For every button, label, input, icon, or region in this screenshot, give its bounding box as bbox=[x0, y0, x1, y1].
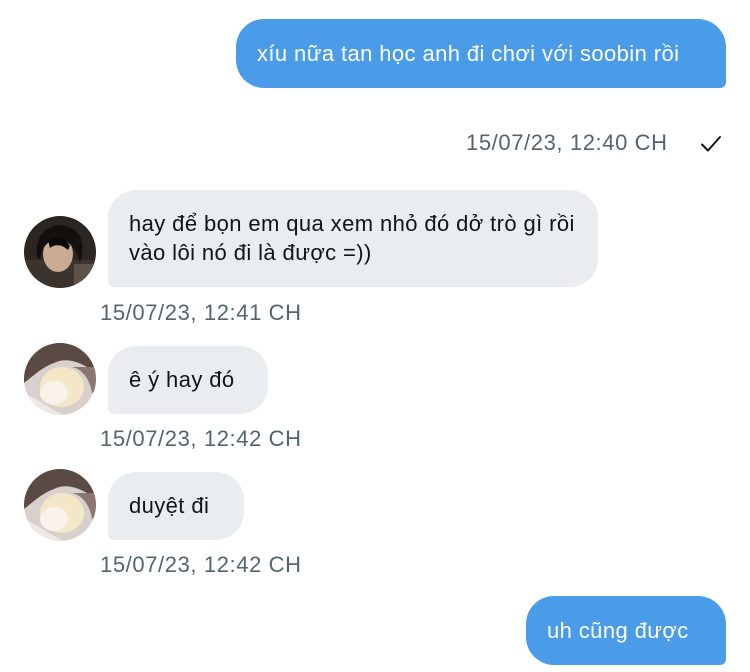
message-timestamp: 15/07/23, 12:40 CH bbox=[466, 130, 668, 155]
sent-message-bubble[interactable]: xíu nữa tan học anh đi chơi với soobin r… bbox=[236, 19, 726, 88]
checkmark-icon bbox=[701, 136, 721, 152]
message-text: xíu nữa tan học anh đi chơi với soobin r… bbox=[257, 41, 680, 66]
message-text: uh cũng được bbox=[547, 618, 689, 643]
received-message-bubble[interactable]: duyệt đi bbox=[108, 472, 244, 540]
message-text: ê ý hay đó bbox=[129, 367, 235, 392]
sent-message-bubble[interactable]: uh cũng được bbox=[526, 596, 726, 665]
message-text: duyệt đi bbox=[129, 493, 210, 518]
received-message-bubble[interactable]: hay để bọn em qua xem nhỏ đó dở trò gì r… bbox=[108, 190, 598, 287]
blonde-hair-avatar[interactable] bbox=[24, 343, 96, 415]
message-timestamp: 15/07/23, 12:41 CH bbox=[100, 300, 302, 325]
message-text: hay để bọn em qua xem nhỏ đó dở trò gì r… bbox=[129, 211, 575, 265]
received-message-bubble[interactable]: ê ý hay đó bbox=[108, 346, 268, 414]
message-timestamp: 15/07/23, 12:42 CH bbox=[100, 552, 302, 577]
dark-hair-avatar[interactable] bbox=[24, 216, 96, 288]
message-timestamp: 15/07/23, 12:42 CH bbox=[100, 426, 302, 451]
message-thread: xíu nữa tan học anh đi chơi với soobin r… bbox=[0, 0, 750, 672]
blonde-hair-avatar[interactable] bbox=[24, 469, 96, 541]
